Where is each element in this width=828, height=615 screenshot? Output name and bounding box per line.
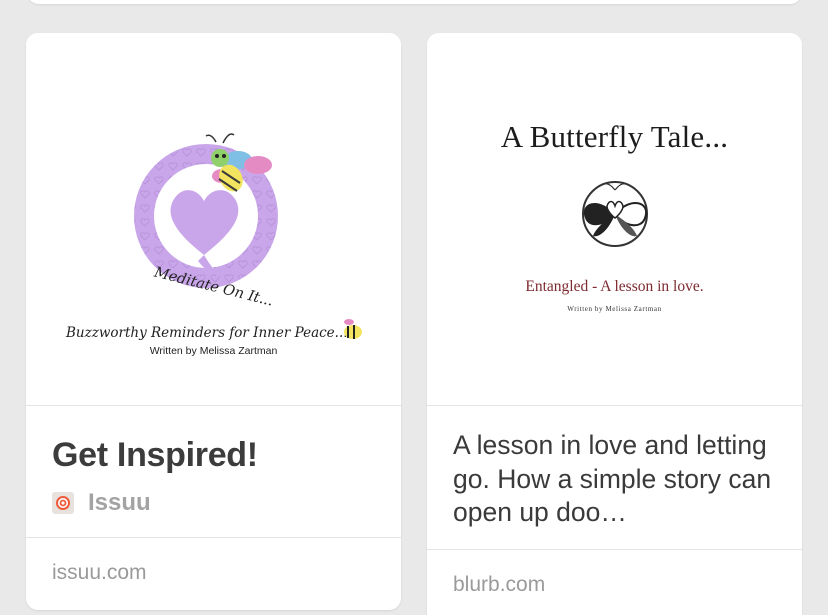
- written-by-label: Written by Melissa Zartman: [149, 345, 278, 357]
- source-domain-link[interactable]: issuu.com: [52, 561, 147, 585]
- meditate-tagline: Buzzworthy Reminders for Inner Peace...: [65, 325, 348, 341]
- card-thumbnail[interactable]: Buzzworthy Reminders for Inner Peace... …: [26, 33, 401, 406]
- issuu-logo-icon: [52, 492, 74, 514]
- source-domain-link[interactable]: blurb.com: [453, 573, 545, 597]
- card-title[interactable]: Get Inspired!: [52, 436, 258, 475]
- book-title: A Butterfly Tale...: [500, 119, 729, 154]
- butterfly-emblem-image: [582, 181, 648, 247]
- pin-card-get-inspired[interactable]: Buzzworthy Reminders for Inner Peace... …: [26, 33, 401, 610]
- card-description[interactable]: A lesson in love and letting go. How a s…: [453, 429, 783, 530]
- pin-card-butterfly-tale[interactable]: A Butterfly Tale... Entangled - A lesson…: [427, 33, 802, 615]
- written-by-label: Written by Melissa Zartman: [567, 305, 662, 313]
- card-divider: [26, 537, 401, 538]
- book-subtitle: Entangled - A lesson in love.: [525, 278, 704, 295]
- previous-card-edge: [27, 0, 802, 4]
- card-divider: [427, 549, 802, 550]
- source-attribution[interactable]: Issuu: [52, 489, 151, 517]
- card-thumbnail[interactable]: A Butterfly Tale... Entangled - A lesson…: [427, 33, 802, 406]
- source-name: Issuu: [88, 489, 151, 516]
